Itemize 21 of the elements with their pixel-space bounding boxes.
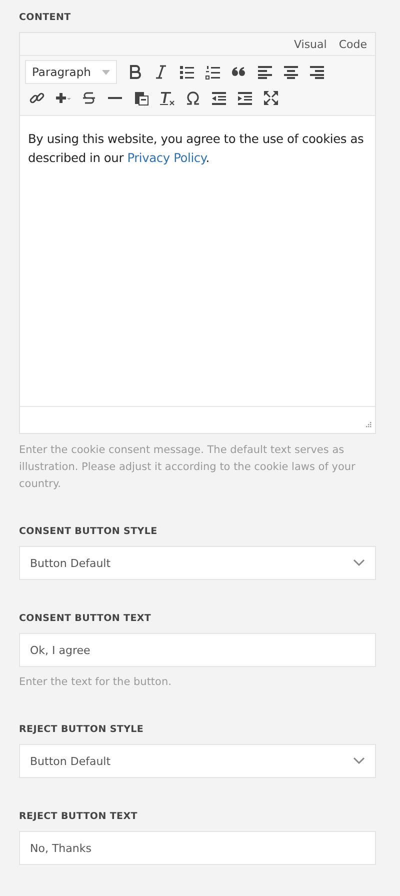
input-field[interactable]: No, Thanks: [19, 831, 376, 865]
help-text: Enter the text for the button.: [19, 675, 172, 690]
editor-tab[interactable]: Code: [334, 38, 371, 50]
input-field[interactable]: Ok, I agree: [19, 633, 376, 667]
field-label: CONSENT BUTTON TEXT: [19, 613, 152, 624]
format-dropdown[interactable]: Paragraph: [25, 60, 117, 84]
chevron-down-icon: [353, 757, 365, 765]
editor-tab[interactable]: Visual: [290, 38, 331, 50]
field-label: REJECT BUTTON STYLE: [19, 724, 145, 735]
select-field[interactable]: Button Default: [19, 744, 376, 778]
caret-icon: [102, 70, 110, 74]
editor-content-area[interactable]: By using this website, you agree to the use of cookies as described in our Privacy Policy.: [20, 116, 375, 406]
resize-handle-icon[interactable]: [365, 422, 372, 429]
chevron-down-icon: [353, 559, 365, 567]
select-field[interactable]: Button Default: [19, 546, 376, 580]
field-label: REJECT BUTTON TEXT: [19, 811, 138, 822]
field-label: CONSENT BUTTON STYLE: [19, 526, 158, 537]
privacy-policy-link[interactable]: Privacy Policy: [127, 151, 206, 165]
section-label: CONTENT: [19, 12, 72, 23]
cookie-message: By using this website, you agree to the use of cookies as described in our Privacy Policy.: [28, 131, 365, 167]
help-text: Enter the cookie consent message. The default text serves as illustration. Please adjust it according to the cookie laws of your country.: [19, 443, 356, 492]
